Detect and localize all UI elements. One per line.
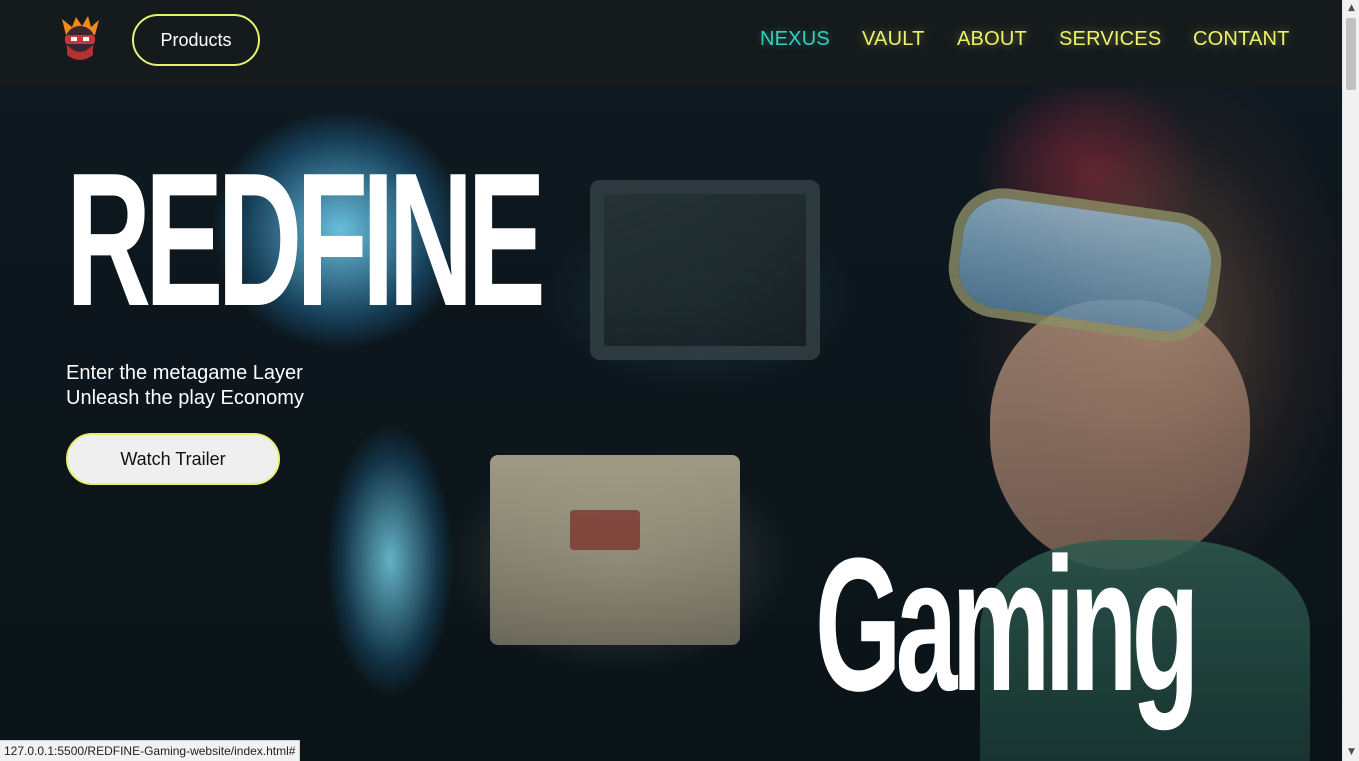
cartridge-illustration [570,510,640,550]
hero-gaming-word: Gaming [815,519,1200,731]
retro-monitor-illustration [590,180,820,360]
ninja-avatar-logo-icon[interactable] [58,15,102,63]
products-button[interactable]: Products [132,14,260,66]
page: Products NEXUS VAULT ABOUT SERVICES CONT… [0,0,1359,761]
browser-status-bar-url: 127.0.0.1:5500/REDFINE-Gaming-website/in… [0,740,301,761]
nav-link-services[interactable]: SERVICES [1059,28,1161,54]
vertical-scrollbar[interactable]: ▲ ▼ [1342,0,1359,761]
scrollbar-thumb[interactable] [1346,18,1356,90]
goggles-illustration [953,193,1217,337]
game-console-illustration [490,455,740,645]
nav-link-vault[interactable]: VAULT [862,28,925,54]
nav-link-about[interactable]: ABOUT [957,28,1027,54]
scroll-down-arrow-icon[interactable]: ▼ [1343,744,1359,761]
nav-link-contant[interactable]: CONTANT [1193,28,1290,54]
hero-title: REDFINE [66,134,546,346]
scroll-up-arrow-icon[interactable]: ▲ [1343,0,1359,17]
hero-tagline-line-1: Enter the metagame Layer [66,362,303,384]
watch-trailer-button[interactable]: Watch Trailer [66,433,280,485]
hero-tagline-line-2: Unleash the play Economy [66,387,304,409]
nav-link-nexus[interactable]: NEXUS [760,28,830,54]
site-header: Products NEXUS VAULT ABOUT SERVICES CONT… [0,0,1342,87]
